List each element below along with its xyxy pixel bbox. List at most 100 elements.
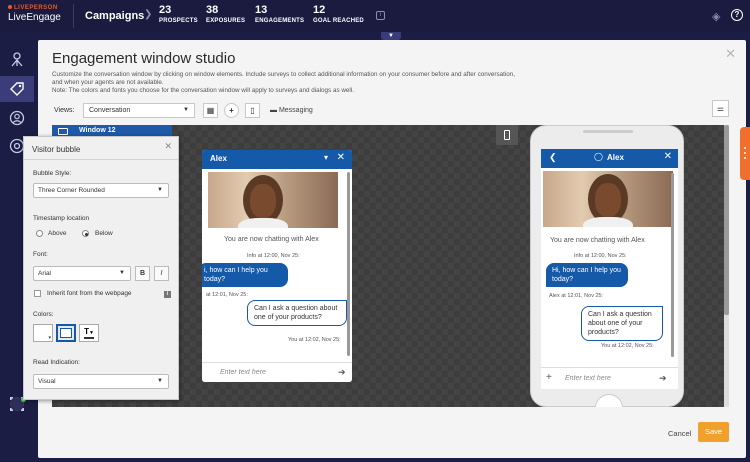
radio-below-label: Below <box>95 230 113 237</box>
user-icon[interactable] <box>9 110 25 126</box>
close-icon[interactable]: ✕ <box>664 151 672 162</box>
bold-button[interactable]: B <box>135 266 150 281</box>
add-icon[interactable]: + <box>224 103 239 118</box>
brand-name: LiveEngage <box>8 12 61 23</box>
agent-timestamp: at 12:01, Nov 25: <box>206 292 248 298</box>
stat-label: GOAL REACHED <box>313 18 364 24</box>
side-drawer-tab[interactable] <box>740 127 750 180</box>
italic-button[interactable]: I <box>154 266 169 281</box>
visitor-bubble-settings: Visitor bubble ✕ Bubble Style: Three Cor… <box>23 136 179 400</box>
info-timestamp: Info at 12:00, Nov 25: <box>247 253 300 259</box>
nav-campaigns[interactable]: Campaigns <box>85 10 144 22</box>
radio-above[interactable] <box>36 230 43 237</box>
bubble-style-select[interactable]: Three Corner Rounded ▼ <box>33 183 169 198</box>
scrollbar[interactable] <box>347 172 350 356</box>
timestamp-location-label: Timestamp location <box>33 215 90 222</box>
agent-name: Alex <box>607 153 624 162</box>
visitor-bubble[interactable]: Can I ask a question about one of your p… <box>581 306 663 341</box>
info-icon[interactable]: i <box>376 11 385 20</box>
mobile-header[interactable]: ❮ ◯ Alex ✕ <box>541 149 678 168</box>
divider <box>73 4 74 28</box>
window-tag-label: Window 12 <box>79 127 116 134</box>
mobile-preview: ❮ ◯ Alex ✕ You are now chatting with Ale… <box>530 125 684 407</box>
read-indication-label: Read Indication: <box>33 359 80 366</box>
minimize-icon[interactable]: ▾ <box>324 153 328 162</box>
chevron-down-icon: ▼ <box>157 187 163 193</box>
agent-photo <box>208 172 338 228</box>
engagement-window-preview[interactable]: Alex ▾ ✕ You are now chatting with Alex … <box>202 150 352 382</box>
message-input-row: Enter text here ➔ <box>202 362 352 382</box>
font-select[interactable]: Arial ▼ <box>33 266 131 281</box>
page-description: Customize the conversation window by cli… <box>52 71 632 95</box>
messaging-toggle[interactable]: ▬ Messaging <box>270 107 313 114</box>
stat-goal-reached[interactable]: 12 GOAL REACHED <box>313 4 364 24</box>
agent-name: Alex <box>210 154 227 163</box>
info-timestamp: Info at 12:00, Nov 25: <box>574 253 627 259</box>
stat-label: EXPOSURES <box>206 18 246 24</box>
agent-bubble[interactable]: Hi, how can I help you today? <box>546 263 628 287</box>
settings-sliders-icon[interactable]: ⚌ <box>712 100 729 117</box>
close-icon[interactable]: ✕ <box>337 152 345 163</box>
views-label: Views: <box>54 107 75 114</box>
layout-icon[interactable]: ▦ <box>203 103 218 118</box>
stat-prospects[interactable]: 23 PROSPECTS <box>159 4 198 24</box>
text-color-bar <box>84 337 94 339</box>
radio-above-label: Above <box>48 230 67 237</box>
canvas-scrollbar[interactable] <box>724 125 729 407</box>
stat-engagements[interactable]: 13 ENGAGEMENTS <box>255 4 304 24</box>
bubble-style-label: Bubble Style: <box>33 170 72 177</box>
stat-value: 38 <box>206 4 219 16</box>
font-value: Arial <box>38 270 52 277</box>
window-icon[interactable]: ▯ <box>245 103 260 118</box>
description-line: and when your agents are not available. <box>52 79 164 86</box>
window-header[interactable]: Alex ▾ ✕ <box>202 150 352 169</box>
brand-logo[interactable]: LIVEPERSON LiveEngage <box>8 5 61 23</box>
collapse-header-button[interactable]: ▼ <box>381 32 401 40</box>
text-color-swatch[interactable]: T▼ <box>79 324 99 342</box>
back-icon[interactable]: ❮ <box>549 152 557 163</box>
help-icon[interactable]: ? <box>731 9 743 21</box>
mobile-screen[interactable]: ❮ ◯ Alex ✕ You are now chatting with Ale… <box>541 149 678 389</box>
chevron-down-icon: ▼ <box>157 378 163 384</box>
chevron-down-icon: ▼ <box>183 107 189 113</box>
visitor-timestamp: You at 12:02, Nov 25: <box>601 343 654 349</box>
agent-icon[interactable] <box>9 52 25 68</box>
message-input[interactable]: Enter text here <box>220 369 266 376</box>
phone-icon <box>504 130 510 140</box>
messaging-label: Messaging <box>278 107 313 114</box>
agent-photo <box>543 171 673 227</box>
message-input[interactable]: Enter text here <box>565 375 611 382</box>
send-icon[interactable]: ➔ <box>659 373 667 384</box>
inherit-font-label: Inherit font from the webpage <box>47 290 132 297</box>
chevron-right-icon: ❯ <box>144 9 153 20</box>
views-select[interactable]: Conversation ▼ <box>83 103 195 118</box>
sidebar-item-campaigns[interactable] <box>0 76 34 102</box>
background-color-swatch[interactable]: ▾ <box>33 324 53 342</box>
add-icon[interactable]: + <box>546 372 552 383</box>
send-icon[interactable]: ➔ <box>338 367 346 378</box>
save-button[interactable]: Save <box>698 422 729 442</box>
colors-label: Colors: <box>33 311 54 318</box>
info-icon[interactable]: i <box>164 291 171 298</box>
stat-exposures[interactable]: 38 EXPOSURES <box>206 4 245 24</box>
close-icon[interactable]: ✕ <box>164 141 172 152</box>
views-select-value: Conversation <box>89 107 131 114</box>
inherit-font-checkbox[interactable] <box>34 290 41 297</box>
stat-label: PROSPECTS <box>159 18 198 24</box>
cancel-button[interactable]: Cancel <box>668 429 691 438</box>
mobile-preview-toggle[interactable] <box>496 125 518 145</box>
read-indication-value: Visual <box>38 378 56 385</box>
scrollbar[interactable] <box>671 173 674 357</box>
layers-icon[interactable]: ◈ <box>712 10 720 23</box>
read-indication-select[interactable]: Visual ▼ <box>33 374 169 389</box>
agent-bubble[interactable]: i, how can I help you today? <box>202 263 288 287</box>
message-input-row: + Enter text here ➔ <box>541 367 678 389</box>
top-bar: LIVEPERSON LiveEngage Campaigns ❯ 23 PRO… <box>0 0 750 32</box>
visitor-bubble[interactable]: Can I ask a question about one of your p… <box>247 300 347 326</box>
radio-below[interactable] <box>82 230 89 237</box>
chat-icon: ◯ <box>594 152 603 161</box>
close-icon[interactable]: ✕ <box>725 46 736 62</box>
chevron-down-icon: ▼ <box>88 330 94 336</box>
border-color-swatch[interactable] <box>56 324 76 342</box>
brand-top: LIVEPERSON <box>14 5 58 11</box>
